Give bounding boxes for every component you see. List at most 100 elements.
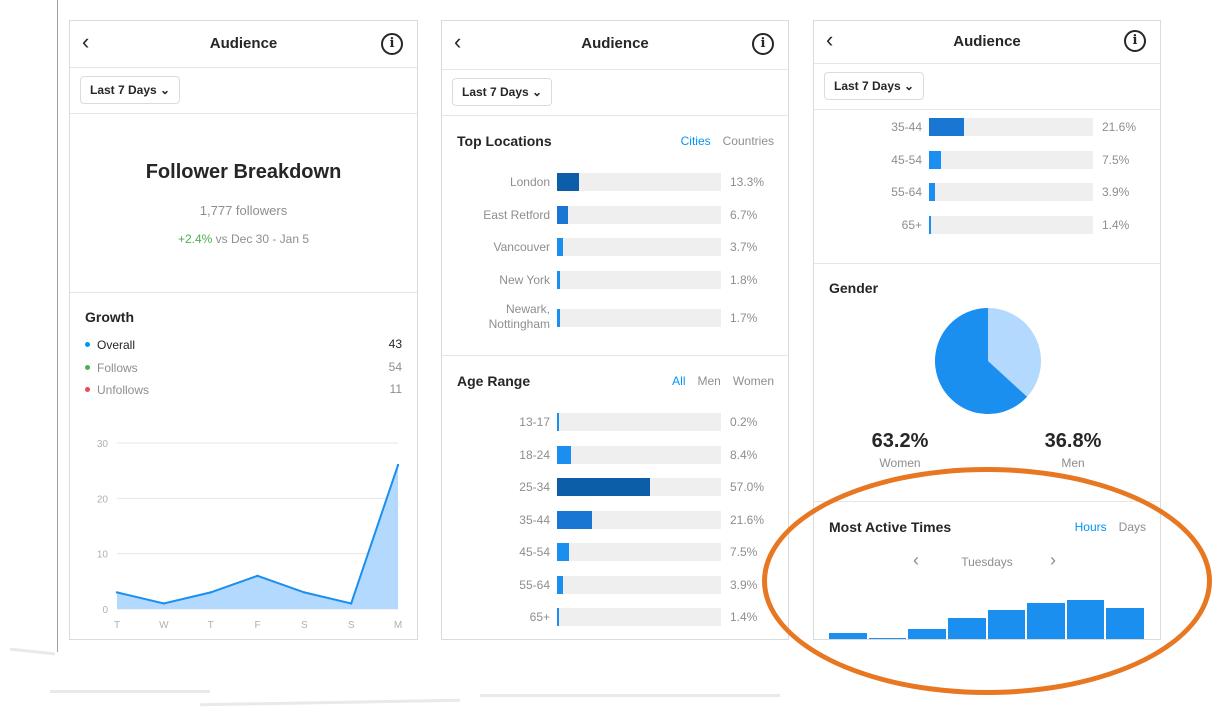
bar-fill: [557, 575, 564, 594]
info-icon[interactable]: i: [1124, 30, 1146, 52]
tab-all[interactable]: All: [672, 374, 685, 388]
header-title: Audience: [209, 35, 278, 52]
scribble: [199, 698, 461, 707]
tab-hours[interactable]: Hours: [1075, 520, 1107, 534]
women-label: Women: [879, 456, 921, 470]
bar-label: 45-54: [891, 152, 922, 167]
bar-row: Vancouver 3.7%: [442, 237, 788, 257]
men-label: Men: [1061, 456, 1085, 470]
legend-label: Overall: [97, 337, 136, 352]
women-percent: 63.2%: [871, 430, 929, 452]
bar-label: London: [509, 175, 550, 189]
bar-track: [929, 183, 1093, 201]
change-period: vs Dec 30 - Jan 5: [215, 232, 310, 246]
x-tick-label: T: [114, 620, 120, 631]
date-range-bar: Last 7 Days ⌄: [442, 70, 788, 116]
bar-value: 21.6%: [730, 512, 765, 527]
hour-bar: [987, 610, 1026, 639]
data-point: [209, 591, 212, 594]
bar-fill: [557, 510, 593, 529]
bar-track: [929, 118, 1093, 136]
bar-fill: [929, 215, 932, 234]
bar-value: 1.4%: [730, 610, 758, 624]
follower-breakdown-title: Follower Breakdown: [145, 161, 342, 183]
tab-cities[interactable]: Cities: [681, 134, 711, 148]
follower-breakdown-screen: ‹ Audience i Last 7 Days ⌄ Follower Brea…: [69, 20, 418, 640]
tab-countries[interactable]: Countries: [723, 134, 774, 148]
bar-label: 65+: [901, 217, 922, 232]
bar-label: 25-34: [519, 480, 550, 494]
date-range-dropdown[interactable]: Last 7 Days ⌄: [80, 76, 181, 104]
info-icon[interactable]: i: [381, 33, 403, 55]
bar-label: 13-17: [519, 415, 550, 429]
bar-row: London 13.3%: [442, 172, 788, 192]
bar-row: 35-44 21.6%: [814, 117, 1160, 137]
locations-age-screen: ‹ Audience i Last 7 Days ⌄ Top Locations…: [441, 20, 789, 640]
bar-track: [557, 413, 721, 431]
bar-label: 18-24: [519, 447, 550, 462]
date-range-dropdown[interactable]: Last 7 Days ⌄: [824, 72, 925, 100]
bar-fill: [929, 118, 965, 136]
bar-row: 55-64 3.9%: [814, 182, 1160, 202]
bar-value: 6.7%: [730, 207, 758, 222]
x-tick-label: M: [394, 620, 402, 631]
bar-value: 3.7%: [730, 240, 758, 254]
bar-label: East Retford: [483, 207, 550, 222]
bar-row: 45-54 7.5%: [814, 150, 1160, 170]
bar-row: 45-54 7.5%: [442, 542, 788, 562]
tab-women[interactable]: Women: [733, 374, 774, 388]
bar-track: [557, 445, 721, 464]
change-value: +2.4%: [177, 232, 213, 246]
legend-value: 43: [388, 337, 402, 351]
legend-dot: [85, 387, 90, 393]
bar-label: 65+: [529, 610, 550, 624]
data-point: [162, 602, 166, 605]
hour-bar: [908, 629, 946, 639]
bar-row: 65+ 1.4%: [814, 215, 1160, 235]
men-percent: 36.8%: [1044, 430, 1102, 452]
tab-men[interactable]: Men: [698, 374, 721, 388]
bar-track: [557, 608, 721, 626]
bar-fill: [557, 270, 560, 289]
bar-value: 1.7%: [730, 311, 758, 325]
growth-chart: 3020100T W T F S S M: [97, 439, 402, 631]
data-point: [303, 591, 306, 594]
active-tabs: Hours Days: [1063, 520, 1146, 534]
bar-value: 7.5%: [730, 545, 758, 559]
selected-day: Tuesdays: [961, 555, 1013, 569]
header: ‹ Audience i: [814, 21, 1160, 64]
header: ‹ Audience i: [70, 21, 417, 68]
bar-value: 3.9%: [730, 577, 758, 592]
legend-label: Follows: [97, 360, 138, 375]
data-point: [115, 591, 119, 594]
follower-count: 1,777 followers: [199, 203, 288, 218]
bar-fill: [557, 238, 564, 256]
info-icon[interactable]: i: [752, 33, 774, 55]
header: ‹ Audience i: [442, 21, 788, 70]
x-tick-label: W: [159, 620, 169, 631]
date-range-bar: Last 7 Days ⌄: [70, 68, 417, 114]
hour-bar: [1106, 608, 1144, 639]
legend-follows: Follows 54: [85, 360, 402, 378]
bar-fill: [557, 445, 571, 464]
bar-fill: [929, 150, 942, 169]
x-tick-label: T: [208, 620, 214, 631]
bar-track: [557, 575, 721, 594]
date-range-dropdown[interactable]: Last 7 Days ⌄: [452, 78, 553, 106]
header-title: Audience: [953, 33, 1021, 50]
bar-track: [557, 173, 721, 191]
growth-title: Growth: [85, 309, 134, 325]
bar-label: 55-64: [891, 185, 922, 199]
tab-days[interactable]: Days: [1119, 520, 1146, 534]
bar-value: 57.0%: [730, 480, 765, 494]
bar-value: 0.2%: [730, 415, 758, 429]
scribble: [9, 647, 56, 656]
age-tabs: All Men Women: [660, 374, 774, 388]
bar-row: 13-17 0.2%: [442, 412, 788, 432]
next-day-icon[interactable]: ›: [1050, 550, 1056, 571]
bar-row: 18-24 8.4%: [442, 445, 788, 465]
bar-row: East Retford 6.7%: [442, 205, 788, 225]
legend-value: 54: [388, 360, 402, 374]
bar-fill: [557, 608, 560, 626]
bar-label: New York: [499, 272, 550, 287]
